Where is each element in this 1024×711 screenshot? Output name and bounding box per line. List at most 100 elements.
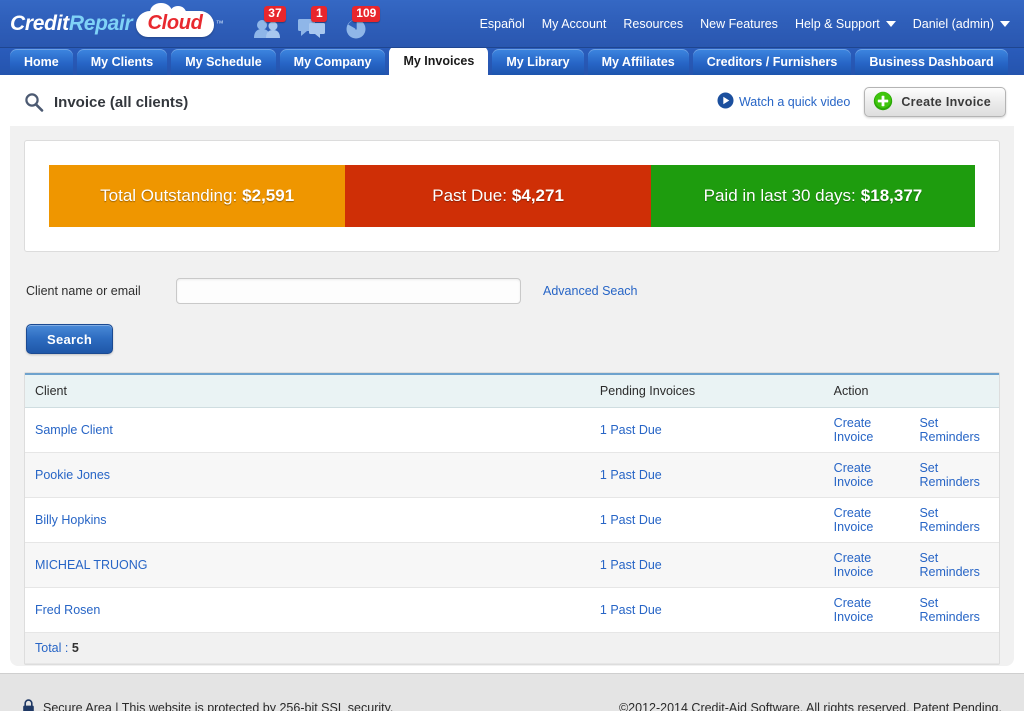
search-input[interactable] — [176, 278, 521, 304]
notification-messages[interactable]: 1 — [297, 5, 328, 43]
toplink-resources[interactable]: Resources — [623, 17, 683, 31]
tab-creditors-furnishers[interactable]: Creditors / Furnishers — [692, 49, 852, 75]
column-header-pending-invoices: Pending Invoices — [589, 373, 824, 408]
page-body: Invoice (all clients) Watch a quick vide… — [0, 78, 1024, 673]
tab-my-library[interactable]: My Library — [492, 49, 584, 75]
client-link[interactable]: Pookie Jones — [35, 468, 110, 482]
set-reminders-link[interactable]: Set Reminders — [919, 506, 989, 534]
logo-cloud-shape: Cloud — [136, 2, 214, 37]
column-header-client: Client — [25, 373, 590, 408]
client-link[interactable]: Billy Hopkins — [35, 513, 107, 527]
create-invoice-link[interactable]: Create Invoice — [834, 416, 902, 444]
play-icon — [717, 92, 734, 112]
notification-cluster: 37 1 109 — [253, 5, 381, 43]
watch-video-link[interactable]: Watch a quick video — [717, 92, 850, 112]
toplink-user-menu[interactable]: Daniel (admin) — [913, 17, 1010, 31]
summary-paid-value: $18,377 — [860, 186, 923, 205]
cell-pending: 1 Past Due — [589, 587, 824, 633]
cell-client: Sample Client — [25, 407, 590, 453]
tab-my-schedule[interactable]: My Schedule — [171, 49, 276, 75]
summary-bar: Total Outstanding: $2,591 Past Due: $4,271… — [49, 165, 975, 227]
summary-paid-last-30-days: Paid in last 30 days: $18,377 — [650, 165, 975, 227]
invoices-table-head: Client Pending Invoices Action — [25, 373, 999, 408]
create-invoice-link[interactable]: Create Invoice — [834, 596, 902, 624]
cell-action: Create Invoice Set Reminders — [823, 497, 999, 543]
pending-invoices-link[interactable]: 1 Past Due — [600, 603, 662, 617]
row-actions: Create Invoice Set Reminders — [834, 551, 989, 579]
logo-cloud-word: Cloud — [147, 11, 203, 34]
cell-client: Pookie Jones — [25, 452, 590, 498]
cell-pending: 1 Past Due — [589, 452, 824, 498]
invoices-table-body: Sample Client 1 Past Due Create Invoice … — [25, 407, 999, 664]
page-header: Invoice (all clients) Watch a quick vide… — [10, 78, 1014, 126]
table-row: Billy Hopkins 1 Past Due Create Invoice … — [25, 497, 999, 543]
users-badge-count: 37 — [264, 5, 286, 22]
cell-action: Create Invoice Set Reminders — [823, 587, 999, 633]
app-logo[interactable]: Credit Repair Cloud ™ — [10, 2, 224, 41]
table-header-row: Client Pending Invoices Action — [25, 373, 999, 408]
advanced-search-link[interactable]: Advanced Seach — [543, 284, 638, 298]
messages-badge-count: 1 — [311, 5, 328, 22]
cell-pending: 1 Past Due — [589, 497, 824, 543]
table-row: MICHEAL TRUONG 1 Past Due Create Invoice… — [25, 542, 999, 588]
client-link[interactable]: Sample Client — [35, 423, 113, 437]
search-button[interactable]: Search — [26, 324, 114, 354]
cell-pending: 1 Past Due — [589, 407, 824, 453]
toplink-espanol[interactable]: Español — [480, 17, 525, 31]
create-invoice-label: Create Invoice — [901, 95, 991, 109]
top-nav-links: Español My Account Resources New Feature… — [480, 17, 1010, 31]
logo-repair-word: Repair — [68, 11, 133, 35]
cell-action: Create Invoice Set Reminders — [823, 542, 999, 588]
column-header-action: Action — [823, 373, 999, 408]
lock-icon — [22, 698, 35, 711]
summary-total-outstanding-value: $2,591 — [242, 186, 295, 205]
tab-my-invoices[interactable]: My Invoices — [389, 46, 489, 75]
search-icon — [24, 92, 44, 112]
page-footer: Secure Area | This website is protected … — [0, 673, 1024, 711]
create-invoice-button[interactable]: Create Invoice — [864, 87, 1006, 117]
content-card: Total Outstanding: $2,591 Past Due: $4,271… — [10, 126, 1014, 666]
set-reminders-link[interactable]: Set Reminders — [919, 416, 989, 444]
tab-my-clients[interactable]: My Clients — [76, 49, 168, 75]
client-link[interactable]: MICHEAL TRUONG — [35, 558, 148, 572]
search-field-label: Client name or email — [26, 284, 141, 298]
set-reminders-link[interactable]: Set Reminders — [919, 596, 989, 624]
footer-copyright: ©2012-2014 Credit-Aid Software. All righ… — [618, 700, 1002, 711]
notification-users[interactable]: 37 — [253, 5, 286, 43]
create-invoice-link[interactable]: Create Invoice — [834, 506, 902, 534]
cell-action: Create Invoice Set Reminders — [823, 407, 999, 453]
create-invoice-link[interactable]: Create Invoice — [834, 461, 902, 489]
cell-pending: 1 Past Due — [589, 542, 824, 588]
tab-home[interactable]: Home — [10, 49, 73, 75]
tab-business-dashboard[interactable]: Business Dashboard — [855, 49, 1008, 75]
cell-action: Create Invoice Set Reminders — [823, 452, 999, 498]
row-actions: Create Invoice Set Reminders — [834, 506, 989, 534]
client-link[interactable]: Fred Rosen — [35, 603, 100, 617]
toplink-new-features[interactable]: New Features — [700, 17, 778, 31]
pending-invoices-link[interactable]: 1 Past Due — [600, 468, 662, 482]
summary-past-due-value: $4,271 — [511, 186, 564, 205]
summary-total-outstanding-label: Total Outstanding: — [100, 186, 238, 205]
cell-client: MICHEAL TRUONG — [25, 542, 590, 588]
row-actions: Create Invoice Set Reminders — [834, 461, 989, 489]
pending-invoices-link[interactable]: 1 Past Due — [600, 513, 662, 527]
chevron-down-icon — [1000, 20, 1010, 27]
pending-invoices-link[interactable]: 1 Past Due — [600, 558, 662, 572]
plus-circle-icon — [873, 91, 893, 114]
toplink-help-support[interactable]: Help & Support — [795, 17, 896, 31]
cell-total: Total : 5 — [25, 632, 999, 664]
summary-past-due: Past Due: $4,271 — [345, 165, 651, 227]
notification-tasks[interactable]: 109 — [341, 5, 381, 43]
pending-invoices-link[interactable]: 1 Past Due — [600, 423, 662, 437]
set-reminders-link[interactable]: Set Reminders — [919, 551, 989, 579]
tab-my-company[interactable]: My Company — [279, 49, 386, 75]
tab-my-affiliates[interactable]: My Affiliates — [587, 49, 689, 75]
page-title: Invoice (all clients) — [54, 93, 189, 111]
create-invoice-link[interactable]: Create Invoice — [834, 551, 902, 579]
invoices-table-container: Client Pending Invoices Action Sample Cl… — [24, 372, 1000, 665]
logo-text: Credit Repair Cloud ™ — [10, 2, 224, 37]
toplink-my-account[interactable]: My Account — [542, 17, 607, 31]
cell-client: Fred Rosen — [25, 587, 590, 633]
set-reminders-link[interactable]: Set Reminders — [919, 461, 989, 489]
footer-security-text: Secure Area | This website is protected … — [43, 700, 394, 711]
